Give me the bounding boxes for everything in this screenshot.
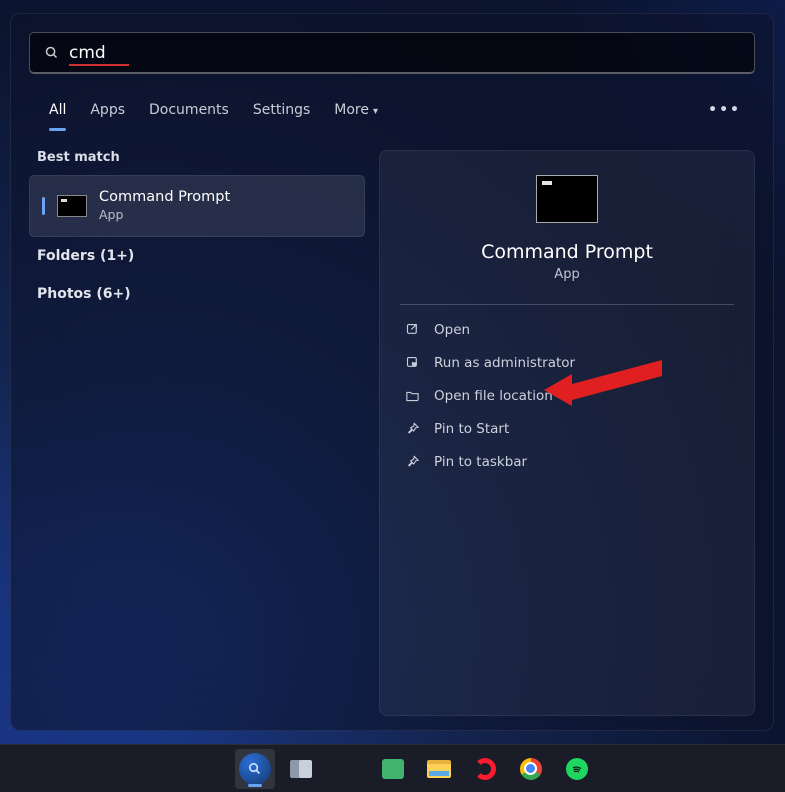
tab-settings[interactable]: Settings bbox=[241, 96, 322, 124]
task-view-icon bbox=[290, 760, 312, 778]
search-input[interactable] bbox=[69, 43, 740, 63]
shield-icon bbox=[404, 355, 420, 371]
tab-label: Apps bbox=[90, 102, 125, 118]
start-icon bbox=[197, 757, 221, 781]
action-label: Open bbox=[434, 322, 470, 338]
action-label: Pin to Start bbox=[434, 421, 509, 437]
result-subtitle: App bbox=[99, 207, 230, 223]
preview-pane: Command Prompt App Open Run as administr… bbox=[379, 150, 755, 716]
file-explorer-icon bbox=[427, 760, 451, 778]
category-photos[interactable]: Photos (6+) bbox=[29, 275, 365, 313]
result-command-prompt[interactable]: Command Prompt App bbox=[29, 175, 365, 237]
action-label: Pin to taskbar bbox=[434, 454, 527, 470]
chevron-down-icon: ▾ bbox=[373, 106, 378, 117]
command-prompt-icon bbox=[57, 195, 87, 217]
action-label: Run as administrator bbox=[434, 355, 575, 371]
taskbar-file-explorer[interactable] bbox=[419, 749, 459, 789]
taskbar-widgets[interactable] bbox=[327, 749, 367, 789]
tab-label: All bbox=[49, 102, 66, 118]
options-button[interactable]: ••• bbox=[702, 98, 747, 122]
annotation-underline bbox=[69, 64, 129, 66]
pin-icon bbox=[404, 421, 420, 437]
action-run-as-administrator[interactable]: Run as administrator bbox=[400, 346, 734, 379]
taskbar bbox=[0, 744, 785, 792]
taskbar-search[interactable] bbox=[235, 749, 275, 789]
divider bbox=[400, 304, 734, 305]
tab-apps[interactable]: Apps bbox=[78, 96, 137, 124]
search-icon bbox=[44, 45, 59, 60]
category-folders[interactable]: Folders (1+) bbox=[29, 237, 365, 275]
tab-label: More bbox=[334, 102, 369, 118]
result-title: Command Prompt bbox=[99, 188, 230, 207]
taskbar-spotify[interactable] bbox=[557, 749, 597, 789]
selection-indicator bbox=[42, 197, 45, 215]
tab-documents[interactable]: Documents bbox=[137, 96, 241, 124]
search-icon bbox=[239, 753, 271, 785]
tab-more[interactable]: More ▾ bbox=[322, 96, 390, 124]
widgets-icon bbox=[335, 757, 359, 781]
action-pin-to-taskbar[interactable]: Pin to taskbar bbox=[400, 445, 734, 478]
start-search-panel: All Apps Documents Settings More ▾ ••• Be… bbox=[10, 13, 774, 731]
tab-label: Settings bbox=[253, 102, 310, 118]
taskbar-chat[interactable] bbox=[373, 749, 413, 789]
preview-subtitle: App bbox=[554, 267, 579, 282]
command-prompt-icon bbox=[536, 175, 598, 223]
action-pin-to-start[interactable]: Pin to Start bbox=[400, 412, 734, 445]
folder-icon bbox=[404, 388, 420, 404]
preview-title: Command Prompt bbox=[481, 241, 653, 263]
action-open[interactable]: Open bbox=[400, 313, 734, 346]
best-match-heading: Best match bbox=[29, 150, 365, 175]
taskbar-start[interactable] bbox=[189, 749, 229, 789]
tab-all[interactable]: All bbox=[37, 96, 78, 124]
taskbar-opera[interactable] bbox=[465, 749, 505, 789]
pin-icon bbox=[404, 454, 420, 470]
chat-icon bbox=[382, 759, 404, 779]
taskbar-task-view[interactable] bbox=[281, 749, 321, 789]
results-column: Best match Command Prompt App Folders (1… bbox=[29, 150, 365, 716]
tab-label: Documents bbox=[149, 102, 229, 118]
taskbar-chrome[interactable] bbox=[511, 749, 551, 789]
filter-tabs: All Apps Documents Settings More ▾ ••• bbox=[29, 96, 755, 124]
action-open-file-location[interactable]: Open file location bbox=[400, 379, 734, 412]
action-label: Open file location bbox=[434, 388, 553, 404]
spotify-icon bbox=[566, 758, 588, 780]
open-icon bbox=[404, 322, 420, 338]
search-box[interactable] bbox=[29, 32, 755, 74]
opera-icon bbox=[474, 758, 496, 780]
chrome-icon bbox=[520, 758, 542, 780]
